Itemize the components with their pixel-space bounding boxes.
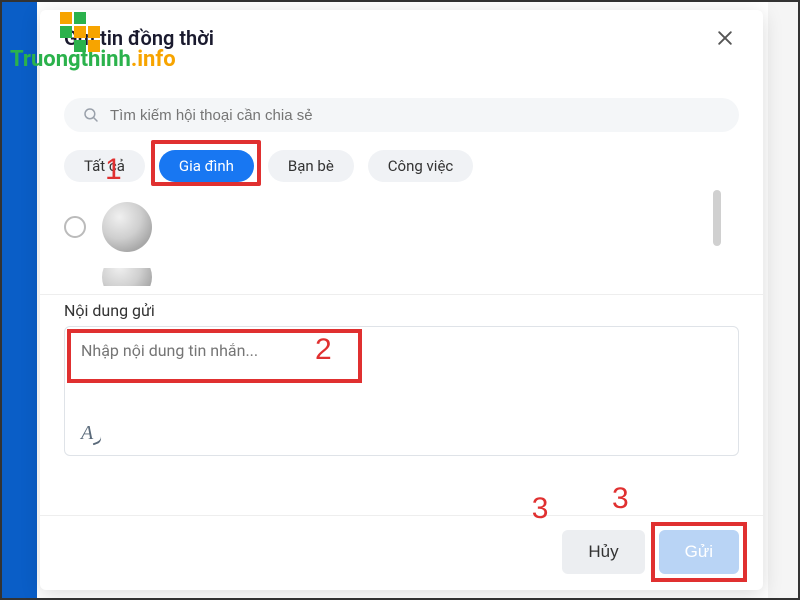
format-text-button[interactable]: A: [81, 422, 93, 445]
scrollbar-thumb[interactable]: [713, 190, 721, 246]
message-area: A: [64, 326, 739, 456]
right-panel-strip: [768, 2, 798, 598]
message-input[interactable]: [81, 341, 722, 418]
select-radio[interactable]: [64, 216, 86, 238]
content-section-label: Nội dung gửi: [64, 301, 739, 320]
search-input[interactable]: [110, 107, 721, 124]
search-icon: [82, 106, 100, 124]
chip-work[interactable]: Công việc: [368, 150, 473, 182]
format-text-icon: A: [81, 422, 93, 444]
modal-header: Gửi tin đồng thời: [40, 10, 763, 58]
page-background: Zalo ZaloPay 3 ngày Gửi tin đồng thời Tấ…: [2, 2, 798, 598]
filter-chips: Tất cả Gia đình Bạn bè Công việc: [64, 150, 739, 182]
send-button-wrap: Gửi: [659, 530, 739, 574]
divider: [40, 294, 763, 295]
chip-friends[interactable]: Bạn bè: [268, 150, 354, 182]
send-button[interactable]: Gửi: [659, 530, 739, 574]
chip-family-label: Gia đình: [179, 157, 234, 175]
chip-all[interactable]: Tất cả: [64, 150, 145, 182]
close-button[interactable]: [711, 24, 739, 52]
avatar: [102, 268, 152, 286]
chip-family[interactable]: Gia đình: [159, 150, 254, 182]
contact-list: [64, 202, 739, 286]
cancel-button[interactable]: Hủy: [562, 530, 644, 574]
close-icon: [715, 28, 735, 48]
broadcast-modal: Gửi tin đồng thời Tất cả Gia đình Bạn bè…: [40, 10, 763, 590]
modal-footer: 3 Hủy Gửi: [40, 515, 763, 590]
avatar: [102, 202, 152, 252]
app-sidebar-strip: [2, 2, 37, 598]
search-field[interactable]: [64, 98, 739, 132]
list-item[interactable]: [64, 202, 739, 252]
modal-body: Tất cả Gia đình Bạn bè Công việc 1: [40, 58, 763, 515]
modal-title: Gửi tin đồng thời: [64, 26, 214, 50]
list-item[interactable]: [64, 268, 739, 286]
